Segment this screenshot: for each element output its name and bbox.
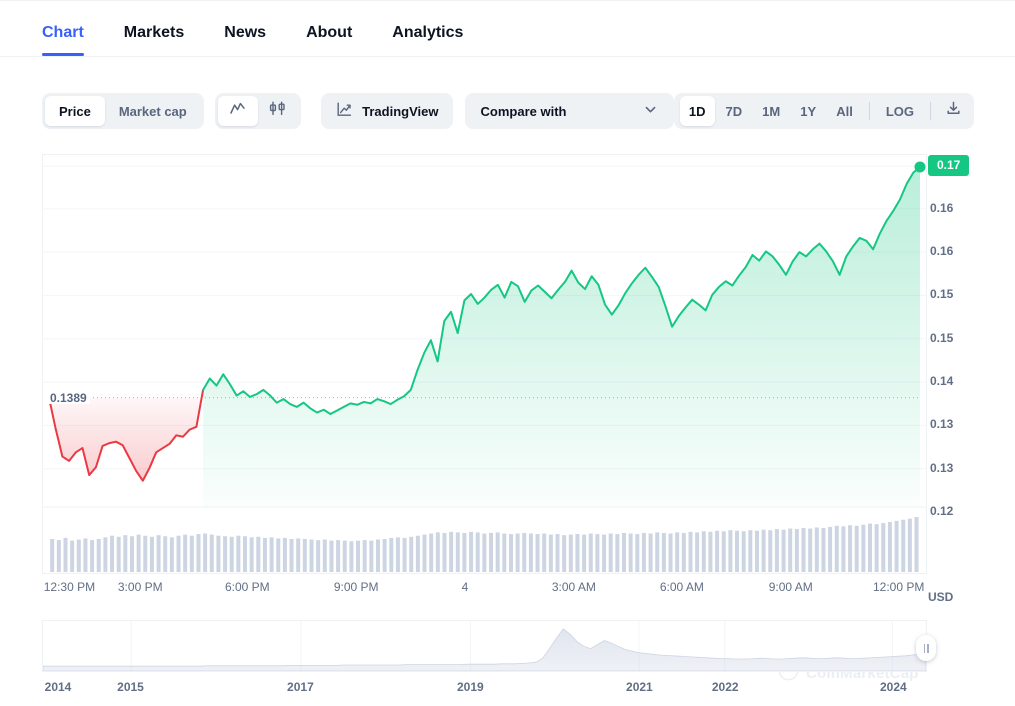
y-axis-tick: 0.12 [930, 503, 954, 518]
metric-toggle-group: Price Market cap [42, 93, 204, 129]
tradingview-label: TradingView [362, 103, 439, 119]
x-axis-tick: 9:00 PM [333, 580, 379, 594]
tab-markets-label: Markets [123, 24, 185, 41]
range-7d-label: 7D [725, 103, 743, 119]
chart-type-group [214, 93, 301, 129]
last-price-badge: 0.17 [928, 155, 970, 177]
navigator-x-axis-tick: 2022 [711, 680, 739, 694]
section-tabs: Chart Markets News About Analytics [0, 1, 1015, 57]
tab-analytics[interactable]: Analytics [372, 23, 483, 56]
range-1y-label: 1Y [800, 103, 817, 119]
navigator-x-axis-tick: 2024 [880, 680, 907, 694]
range-1d-label: 1D [688, 103, 706, 119]
navigator-right-handle[interactable] [916, 635, 936, 661]
chart-toolbar: Price Market cap TradingView Compare wit… [42, 92, 974, 130]
range-1m-label: 1M [762, 103, 781, 119]
y-axis-tick: 0.16 [930, 244, 954, 259]
navigator-area [43, 628, 926, 671]
line-chart-icon [229, 100, 246, 122]
x-axis-tick: 6:00 AM [659, 580, 704, 594]
metric-marketcap-label: Market cap [118, 103, 187, 119]
y-axis-tick: 0.15 [930, 330, 954, 345]
tab-chart[interactable]: Chart [42, 23, 104, 56]
download-icon [945, 100, 962, 122]
drag-handle-icon [923, 643, 925, 653]
reference-line-label: 0.1389 [47, 391, 90, 404]
x-axis-tick: 4 [461, 580, 469, 594]
candlestick-chart-icon [268, 100, 287, 122]
tab-about[interactable]: About [286, 23, 372, 56]
tab-news-label: News [224, 24, 267, 41]
range-all-button[interactable]: All [827, 96, 862, 126]
navigator-x-axis-tick: 2015 [117, 680, 144, 694]
navigator-x-axis: 2014 2015 2017 2019 2021 2022 2024 [42, 680, 927, 696]
range-divider-1 [868, 102, 870, 120]
y-axis-tick: 0.13 [930, 460, 954, 475]
navigator-x-axis-tick: 2019 [456, 680, 484, 694]
y-axis-tick: 0.13 [930, 417, 954, 432]
y-axis-tick: 0.15 [930, 287, 954, 302]
tab-markets[interactable]: Markets [104, 23, 204, 56]
line-chart-type-button[interactable] [217, 96, 258, 126]
download-button[interactable] [938, 96, 968, 126]
navigator-svg [43, 621, 926, 671]
tab-news[interactable]: News [204, 23, 286, 56]
compare-with-dropdown[interactable]: Compare with [464, 93, 674, 129]
chart-page: Chart Markets News About Analytics Price… [0, 0, 1015, 706]
range-all-label: All [836, 103, 853, 119]
range-7d-button[interactable]: 7D [717, 96, 752, 126]
volume-bars [50, 517, 919, 572]
time-range-group: 1D 7D 1M 1Y All LOG [673, 93, 974, 129]
price-chart[interactable]: 0.1389 CoinMarketCap [42, 154, 927, 682]
metric-price-button[interactable]: Price [45, 96, 105, 126]
tradingview-button[interactable]: TradingView [321, 93, 454, 129]
range-1d-button[interactable]: 1D [679, 96, 715, 126]
x-axis-tick: 12:00 PM [872, 580, 925, 594]
navigator-x-axis-tick: 2014 [44, 680, 72, 694]
navigator-x-axis-tick: 2021 [626, 680, 653, 694]
x-axis-tick: 6:00 PM [224, 580, 270, 594]
metric-marketcap-button[interactable]: Market cap [105, 96, 201, 126]
currency-label: USD [928, 590, 954, 604]
log-scale-label: LOG [885, 103, 914, 119]
x-axis-tick: 3:00 PM [117, 580, 163, 594]
range-divider-2 [930, 102, 931, 120]
drag-handle-icon [927, 643, 929, 653]
y-axis: 0.17 0.16 0.16 0.15 0.15 0.14 0.13 0.13 0.12 [928, 154, 994, 574]
x-axis: 12:30 PM 3:00 PM 6:00 PM 9:00 PM 4 3:00 AM 6:0… [42, 580, 927, 596]
price-chart-svg [43, 161, 926, 572]
chart-area-fill [49, 166, 921, 507]
y-axis-tick: 0.14 [930, 374, 954, 389]
tab-chart-label: Chart [42, 24, 84, 41]
log-scale-button[interactable]: LOG [877, 96, 923, 126]
candlestick-chart-type-button[interactable] [258, 96, 298, 126]
compare-with-label: Compare with [480, 103, 567, 119]
navigator-x-axis-tick: 2017 [287, 680, 314, 694]
tab-about-label: About [306, 24, 353, 41]
x-axis-tick: 12:30 PM [43, 580, 96, 594]
range-1y-button[interactable]: 1Y [791, 96, 825, 126]
y-axis-tick: 0.16 [930, 200, 954, 215]
chart-navigator[interactable] [42, 620, 936, 672]
tradingview-icon [336, 101, 353, 121]
tab-analytics-label: Analytics [392, 24, 464, 41]
chevron-down-icon [643, 102, 658, 120]
last-price-marker [914, 161, 926, 173]
x-axis-tick: 9:00 AM [768, 580, 813, 594]
x-axis-tick: 3:00 AM [551, 580, 596, 594]
metric-price-label: Price [59, 103, 91, 119]
range-1m-button[interactable]: 1M [753, 96, 789, 126]
